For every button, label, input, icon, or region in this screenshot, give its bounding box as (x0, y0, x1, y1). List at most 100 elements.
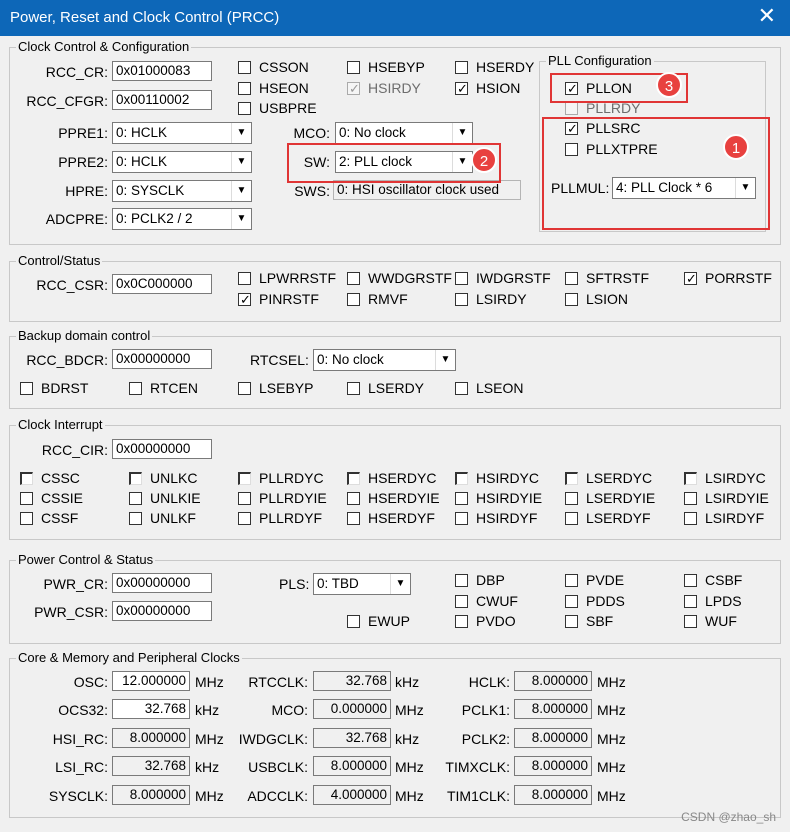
hclk-unit: MHz (597, 674, 626, 690)
group-label: PLL Configuration (546, 53, 654, 69)
timxclk-unit: MHz (597, 759, 626, 775)
adcpre-label: ADCPRE: (45, 211, 108, 227)
hpre-label: HPRE: (65, 183, 108, 199)
check-icon: ✓ (457, 81, 468, 96)
backup-domain-group: Backup domain control (9, 328, 781, 409)
chevron-down-icon: ▼ (231, 152, 251, 172)
watermark: CSDN @zhao_sh (681, 810, 776, 824)
check-icon: ✓ (240, 292, 251, 307)
mco-value: 0: No clock (339, 125, 406, 140)
rtcclk-field: 32.768 (313, 671, 391, 691)
rcc-cfgr-label: RCC_CFGR: (26, 93, 108, 109)
close-icon[interactable]: ✕ (758, 5, 776, 27)
timxclk-label: TIMXCLK: (445, 759, 510, 775)
adcpre-value: 0: PCLK2 / 2 (116, 211, 193, 226)
ppre2-select[interactable]: 0: HCLK ▼ (112, 151, 252, 173)
group-label: Control/Status (16, 253, 103, 269)
group-label: Clock Control & Configuration (16, 39, 192, 55)
hpre-value: 0: SYSCLK (116, 183, 185, 198)
usbclk-label: USBCLK: (248, 759, 308, 775)
ocs32-unit: kHz (195, 702, 220, 718)
pls-value: 0: TBD (317, 576, 359, 591)
annotation-badge-2: 2 (471, 147, 497, 173)
pclk2-label: PCLK2: (461, 731, 510, 747)
rcc-cir-label: RCC_CIR: (41, 442, 108, 458)
iwdgclk-unit: kHz (395, 731, 420, 747)
osc-field[interactable]: 12.000000 (112, 671, 190, 691)
annotation-badge-3: 3 (656, 72, 682, 98)
rcc-cfgr-field[interactable]: 0x00110002 (112, 90, 212, 110)
pls-label: PLS: (279, 576, 310, 592)
sysclk-field: 8.000000 (112, 785, 190, 805)
mco-select[interactable]: 0: No clock ▼ (335, 122, 473, 144)
lsi-rc-label: LSI_RC: (55, 759, 108, 775)
lsi-rc-unit: kHz (195, 759, 220, 775)
mco-label: MCO: (293, 125, 330, 141)
sws-field: 0: HSI oscillator clock used (333, 180, 521, 200)
adcclk-unit: MHz (395, 788, 424, 804)
check-icon: ✓ (349, 81, 360, 96)
rcc-cr-label: RCC_CR: (45, 64, 108, 80)
tim1clk-label: TIM1CLK: (446, 788, 510, 804)
rcc-cir-field[interactable]: 0x00000000 (112, 439, 212, 459)
adcpre-select[interactable]: 0: PCLK2 / 2 ▼ (112, 208, 252, 230)
pclk2-unit: MHz (597, 731, 626, 747)
pclk1-field: 8.000000 (514, 699, 592, 719)
osc-unit: MHz (195, 674, 224, 690)
rtcsel-label: RTCSEL: (250, 352, 309, 368)
group-label: Core & Memory and Peripheral Clocks (16, 650, 242, 666)
rcc-bdcr-label: RCC_BDCR: (26, 352, 108, 368)
rcc-cr-field[interactable]: 0x01000083 (112, 61, 212, 81)
annotation-badge-1: 1 (723, 134, 749, 160)
rtcclk-label: RTCCLK: (248, 674, 308, 690)
group-label: Backup domain control (16, 328, 153, 344)
ppre1-select[interactable]: 0: HCLK ▼ (112, 122, 252, 144)
hclk-label: HCLK: (468, 674, 510, 690)
hclk-field: 8.000000 (514, 671, 592, 691)
usbclk-unit: MHz (395, 759, 424, 775)
sws-label: SWS: (294, 183, 330, 199)
chevron-down-icon: ▼ (231, 123, 251, 143)
pwr-csr-label: PWR_CSR: (34, 604, 108, 620)
ppre1-value: 0: HCLK (116, 125, 168, 140)
rtcsel-select[interactable]: 0: No clock ▼ (313, 349, 456, 371)
rtcsel-value: 0: No clock (317, 352, 384, 367)
pclk1-unit: MHz (597, 702, 626, 718)
chevron-down-icon: ▼ (435, 350, 455, 370)
usbclk-field: 8.000000 (313, 756, 391, 776)
window-title: Power, Reset and Clock Control (PRCC) (10, 9, 280, 26)
mco-clock-field: 0.000000 (313, 699, 391, 719)
rtcclk-unit: kHz (395, 674, 420, 690)
rcc-csr-field[interactable]: 0x0C000000 (112, 274, 212, 294)
iwdgclk-field: 32.768 (313, 728, 391, 748)
hpre-select[interactable]: 0: SYSCLK ▼ (112, 180, 252, 202)
adcclk-label: ADCCLK: (247, 788, 308, 804)
hsi-rc-field: 8.000000 (112, 728, 190, 748)
sysclk-label: SYSCLK: (48, 788, 108, 804)
osc-label: OSC: (73, 674, 108, 690)
pclk2-field: 8.000000 (514, 728, 592, 748)
mco-clock-label: MCO: (271, 702, 308, 718)
rcc-csr-label: RCC_CSR: (36, 277, 108, 293)
highlight-box-sw (287, 143, 501, 183)
pls-select[interactable]: 0: TBD ▼ (313, 573, 411, 595)
hsi-rc-label: HSI_RC: (52, 731, 108, 747)
tim1clk-unit: MHz (597, 788, 626, 804)
chevron-down-icon: ▼ (231, 209, 251, 229)
mco-clock-unit: MHz (395, 702, 424, 718)
ppre2-label: PPRE2: (58, 154, 108, 170)
lsi-rc-field: 32.768 (112, 756, 190, 776)
title-bar[interactable]: Power, Reset and Clock Control (PRCC) ✕ (0, 0, 790, 36)
rcc-bdcr-field[interactable]: 0x00000000 (112, 349, 212, 369)
pwr-cr-field[interactable]: 0x00000000 (112, 573, 212, 593)
ppre2-value: 0: HCLK (116, 154, 168, 169)
pwr-csr-field[interactable]: 0x00000000 (112, 601, 212, 621)
pwr-cr-label: PWR_CR: (43, 576, 108, 592)
group-label: Clock Interrupt (16, 417, 105, 433)
tim1clk-field: 8.000000 (514, 785, 592, 805)
ppre1-label: PPRE1: (58, 125, 108, 141)
timxclk-field: 8.000000 (514, 756, 592, 776)
ocs32-field[interactable]: 32.768 (112, 699, 190, 719)
sysclk-unit: MHz (195, 788, 224, 804)
chevron-down-icon: ▼ (231, 181, 251, 201)
